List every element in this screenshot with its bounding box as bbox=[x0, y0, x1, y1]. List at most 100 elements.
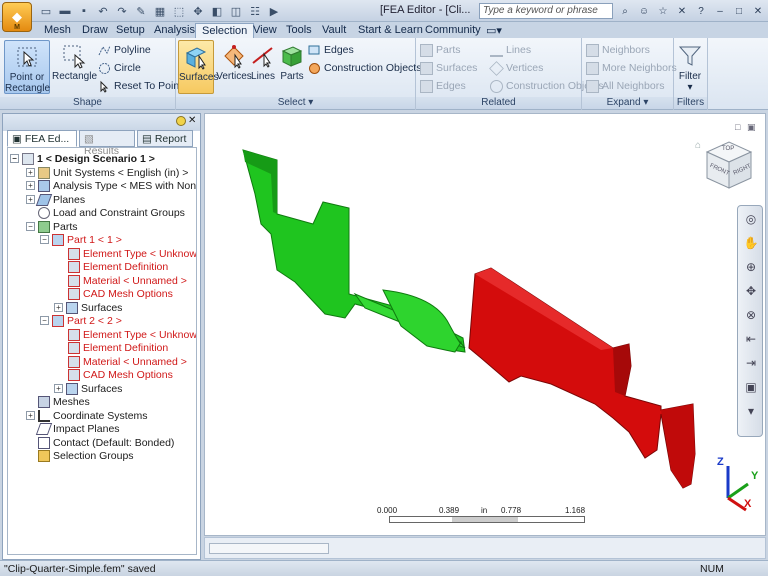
help-icon[interactable]: ? bbox=[693, 3, 709, 19]
parts-button[interactable]: Parts bbox=[278, 40, 306, 94]
expand-icon[interactable]: + bbox=[26, 168, 35, 177]
customize-nav-icon[interactable]: ▾ bbox=[742, 402, 760, 420]
open-folder-icon[interactable]: ▬ bbox=[57, 3, 73, 19]
undo-icon[interactable]: ↶ bbox=[95, 3, 111, 19]
viewcube[interactable]: ⌂ □ ▣ TOP FRONT RIGHT bbox=[695, 122, 759, 194]
expand-group-label[interactable]: Expand ▾ bbox=[582, 97, 673, 109]
tree-node[interactable]: CAD Mesh Options bbox=[68, 287, 173, 300]
more-neighbors-button[interactable]: More Neighbors bbox=[586, 60, 677, 76]
construction-objects-button[interactable]: Construction Objects bbox=[308, 60, 421, 76]
collapse-icon[interactable]: − bbox=[40, 235, 49, 244]
exchange-icon[interactable]: ✕ bbox=[674, 3, 690, 19]
lines-button[interactable]: Lines bbox=[248, 40, 278, 94]
next-view-icon[interactable]: ⇥ bbox=[742, 354, 760, 372]
ribbon-options-icon[interactable]: ▭▾ bbox=[480, 23, 508, 38]
reset-to-point-button[interactable]: Reset To Point bbox=[98, 78, 182, 94]
tab-start-learn[interactable]: Start & Learn bbox=[352, 23, 429, 38]
collapse-icon[interactable]: − bbox=[40, 316, 49, 325]
tree-node[interactable]: CAD Mesh Options bbox=[68, 368, 173, 381]
run-icon[interactable]: ▶ bbox=[266, 3, 282, 19]
rectangle-button[interactable]: Rectangle bbox=[52, 40, 97, 94]
tree-node[interactable]: + Planes bbox=[26, 193, 85, 206]
redo-icon[interactable]: ↷ bbox=[114, 3, 130, 19]
edges-button[interactable]: Edges bbox=[308, 42, 354, 58]
tab-results[interactable]: ▧ Results bbox=[79, 130, 135, 157]
tree-node[interactable]: Load and Constraint Groups bbox=[38, 206, 185, 219]
select-icon[interactable]: ⬚ bbox=[171, 3, 187, 19]
tree-node[interactable]: − Part 1 < 1 > bbox=[40, 233, 122, 246]
zoom-icon[interactable]: ⊕ bbox=[742, 258, 760, 276]
star-icon[interactable]: ☆ bbox=[655, 3, 671, 19]
tree-node[interactable]: Element Definition bbox=[68, 341, 168, 354]
pan-hand-icon[interactable]: ✋ bbox=[742, 234, 760, 252]
display-icon[interactable]: ◧ bbox=[209, 3, 225, 19]
minimize-icon[interactable]: – bbox=[712, 3, 728, 19]
tab-analysis[interactable]: Analysis bbox=[148, 23, 201, 38]
viewcube-close-icon[interactable]: ▣ bbox=[747, 122, 756, 133]
move-icon[interactable]: ✥ bbox=[190, 3, 206, 19]
binoculars-icon[interactable]: ⌕ bbox=[617, 3, 633, 19]
tree-node[interactable]: Element Type < Unknown bbox=[68, 247, 196, 260]
tree-node[interactable]: Contact (Default: Bonded) bbox=[38, 436, 174, 449]
vertices-button[interactable]: Vertices bbox=[216, 40, 252, 94]
save-icon[interactable]: ▪ bbox=[76, 3, 92, 19]
related-surfaces-button[interactable]: Surfaces bbox=[420, 60, 477, 76]
collapse-icon[interactable]: − bbox=[26, 222, 35, 231]
expand-icon[interactable]: + bbox=[54, 384, 63, 393]
tree-node[interactable]: Material < Unnamed > bbox=[68, 274, 187, 287]
collapse-icon[interactable]: − bbox=[10, 154, 19, 163]
related-edges-button[interactable]: Edges bbox=[420, 78, 466, 94]
pin-icon[interactable] bbox=[176, 116, 186, 126]
tree-node[interactable]: − Parts bbox=[26, 220, 78, 233]
point-or-rectangle-button[interactable]: Point or Rectangle bbox=[4, 40, 50, 94]
previous-view-icon[interactable]: ⇤ bbox=[742, 330, 760, 348]
pencil-icon[interactable]: ✎ bbox=[133, 3, 149, 19]
tree-node[interactable]: Selection Groups bbox=[38, 449, 134, 462]
tree-node[interactable]: + Unit Systems < English (in) > bbox=[26, 166, 188, 179]
tab-selection[interactable]: Selection bbox=[195, 23, 255, 38]
tree-node[interactable]: Impact Planes bbox=[35, 422, 120, 435]
tree-node[interactable]: − Part 2 < 2 > bbox=[40, 314, 122, 327]
new-file-icon[interactable]: ▭ bbox=[38, 3, 54, 19]
circle-button[interactable]: Circle bbox=[98, 60, 141, 76]
tree-node[interactable]: + Analysis Type < MES with Nonline bbox=[26, 179, 196, 192]
tree-node[interactable]: Element Definition bbox=[68, 260, 168, 273]
tab-mesh[interactable]: Mesh bbox=[38, 23, 77, 38]
neighbors-button[interactable]: Neighbors bbox=[586, 42, 650, 58]
all-neighbors-button[interactable]: All Neighbors bbox=[586, 78, 664, 94]
application-menu-button[interactable]: ◆ M bbox=[2, 2, 32, 32]
horizontal-scrollbar[interactable] bbox=[209, 543, 329, 554]
part-1-model[interactable] bbox=[242, 149, 466, 353]
maximize-icon[interactable]: □ bbox=[731, 3, 747, 19]
tree-node[interactable]: + Surfaces bbox=[54, 382, 122, 395]
orbit-icon[interactable]: ✥ bbox=[742, 282, 760, 300]
surfaces-button[interactable]: Surfaces bbox=[178, 40, 218, 94]
panel-close-icon[interactable]: ✕ bbox=[188, 115, 196, 126]
tree-node[interactable]: Meshes bbox=[38, 395, 90, 408]
tree-icon[interactable]: ☷ bbox=[247, 3, 263, 19]
expand-icon[interactable]: + bbox=[54, 303, 63, 312]
look-at-icon[interactable]: ⊗ bbox=[742, 306, 760, 324]
expand-icon[interactable]: + bbox=[26, 181, 35, 190]
tab-setup[interactable]: Setup bbox=[110, 23, 151, 38]
grid-icon[interactable]: ▦ bbox=[152, 3, 168, 19]
close-icon[interactable]: ✕ bbox=[750, 3, 766, 19]
related-vertices-button[interactable]: Vertices bbox=[489, 60, 543, 76]
related-parts-button[interactable]: Parts bbox=[420, 42, 461, 58]
expand-icon[interactable]: + bbox=[26, 411, 35, 420]
tab-community[interactable]: Community bbox=[419, 23, 487, 38]
model-viewport[interactable]: ⌂ □ ▣ TOP FRONT RIGHT 0.000 0.389 in 0.7… bbox=[204, 113, 766, 536]
tree-node[interactable]: Material < Unnamed > bbox=[68, 355, 187, 368]
box-icon[interactable]: ◫ bbox=[228, 3, 244, 19]
polyline-button[interactable]: Polyline bbox=[98, 42, 151, 58]
related-lines-button[interactable]: Lines bbox=[490, 42, 531, 58]
part-2-model[interactable] bbox=[468, 267, 696, 489]
tab-vault[interactable]: Vault bbox=[316, 23, 352, 38]
filter-button[interactable]: Filter ▾ bbox=[674, 40, 706, 94]
expand-icon[interactable]: + bbox=[26, 195, 35, 204]
tree-node[interactable]: Element Type < Unknown bbox=[68, 328, 196, 341]
tab-view[interactable]: View bbox=[247, 23, 283, 38]
tab-draw[interactable]: Draw bbox=[76, 23, 114, 38]
tree-node[interactable]: − 1 < Design Scenario 1 > bbox=[10, 152, 155, 165]
viewcube-minimize-icon[interactable]: □ bbox=[735, 122, 740, 132]
